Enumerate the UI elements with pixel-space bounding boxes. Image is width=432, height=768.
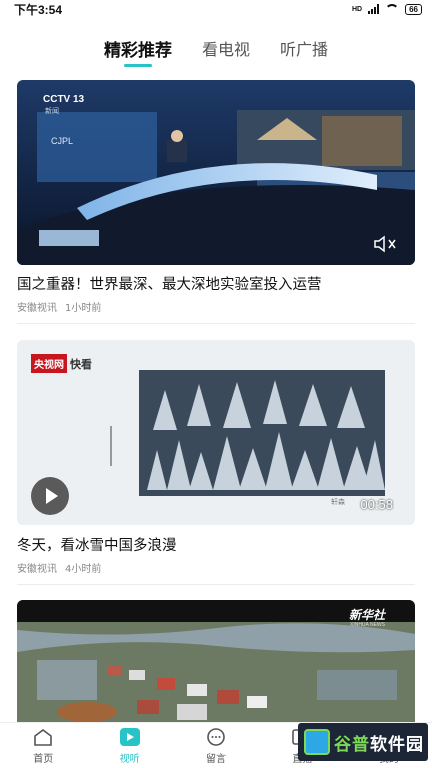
feed-meta: 安徽视讯 4小时前 (17, 560, 101, 575)
video-thumbnail[interactable]: CCTV 13 新闻 CJPL (17, 80, 415, 265)
brand-name: 新华社 (348, 608, 385, 622)
brand-name: 央视网 (31, 354, 67, 373)
signal-icon (368, 4, 380, 14)
tab-watch-tv[interactable]: 看电视 (202, 36, 250, 60)
nav-comment[interactable]: 留言 (173, 723, 259, 768)
feed-title[interactable]: 国之重器！世界最深、最大深地实验室投入运营 (17, 273, 322, 294)
watermark-text: 谷普软件园 (334, 734, 424, 755)
site-watermark: 谷普软件园 (298, 723, 428, 761)
channel-sub: 新闻 (45, 107, 59, 115)
play-button[interactable] (31, 477, 69, 515)
status-icons: HD 66 (351, 3, 422, 15)
brand-en: XINHUA NEWS (349, 622, 385, 628)
feed-meta: 安徽视讯 1小时前 (17, 299, 101, 314)
video-thumbnail[interactable]: 央视网 快看 轩森 00:58 (17, 340, 415, 525)
wifi-icon (385, 4, 400, 14)
brand-badge: 央视网 快看 (31, 354, 92, 373)
top-tabs: 精彩推荐 看电视 听广播 (0, 30, 432, 66)
nav-audio-video[interactable]: 视听 (86, 723, 172, 768)
nav-home[interactable]: 首页 (0, 723, 86, 768)
battery-icon: 66 (405, 3, 422, 15)
divider (17, 323, 415, 324)
divider (17, 584, 415, 585)
feed-title[interactable]: 冬天，看冰雪中国多浪漫 (17, 534, 177, 555)
feed-time: 4小时前 (65, 564, 102, 575)
status-bar: 下午3:54 HD 66 (0, 0, 432, 18)
nav-label: 首页 (33, 753, 54, 765)
news-studio-image (17, 80, 415, 265)
brand-tail: 快看 (70, 357, 92, 371)
tab-recommended[interactable]: 精彩推荐 (104, 36, 172, 61)
feed-source: 安徽视讯 (17, 303, 57, 314)
feed-time: 1小时前 (65, 303, 102, 314)
watermark-logo-icon (304, 729, 330, 755)
photo-credit: 轩森 (331, 498, 345, 506)
status-time: 下午3:54 (14, 2, 63, 17)
nav-label: 留言 (206, 753, 227, 765)
tab-listen-radio[interactable]: 听广播 (280, 36, 328, 60)
comment-icon (207, 727, 225, 746)
video-thumbnail[interactable]: 新华社 XINHUA NEWS (17, 600, 415, 722)
screen-caption: CJPL (51, 136, 74, 146)
hd-network-icon: HD (351, 5, 363, 13)
home-icon (34, 728, 53, 746)
video-duration: 00:58 (360, 497, 393, 512)
nav-label: 视听 (119, 753, 140, 765)
play-icon (119, 727, 140, 746)
mute-icon[interactable] (373, 235, 401, 253)
feed-source: 安徽视讯 (17, 564, 57, 575)
channel-logo: CCTV 13 (43, 94, 85, 105)
